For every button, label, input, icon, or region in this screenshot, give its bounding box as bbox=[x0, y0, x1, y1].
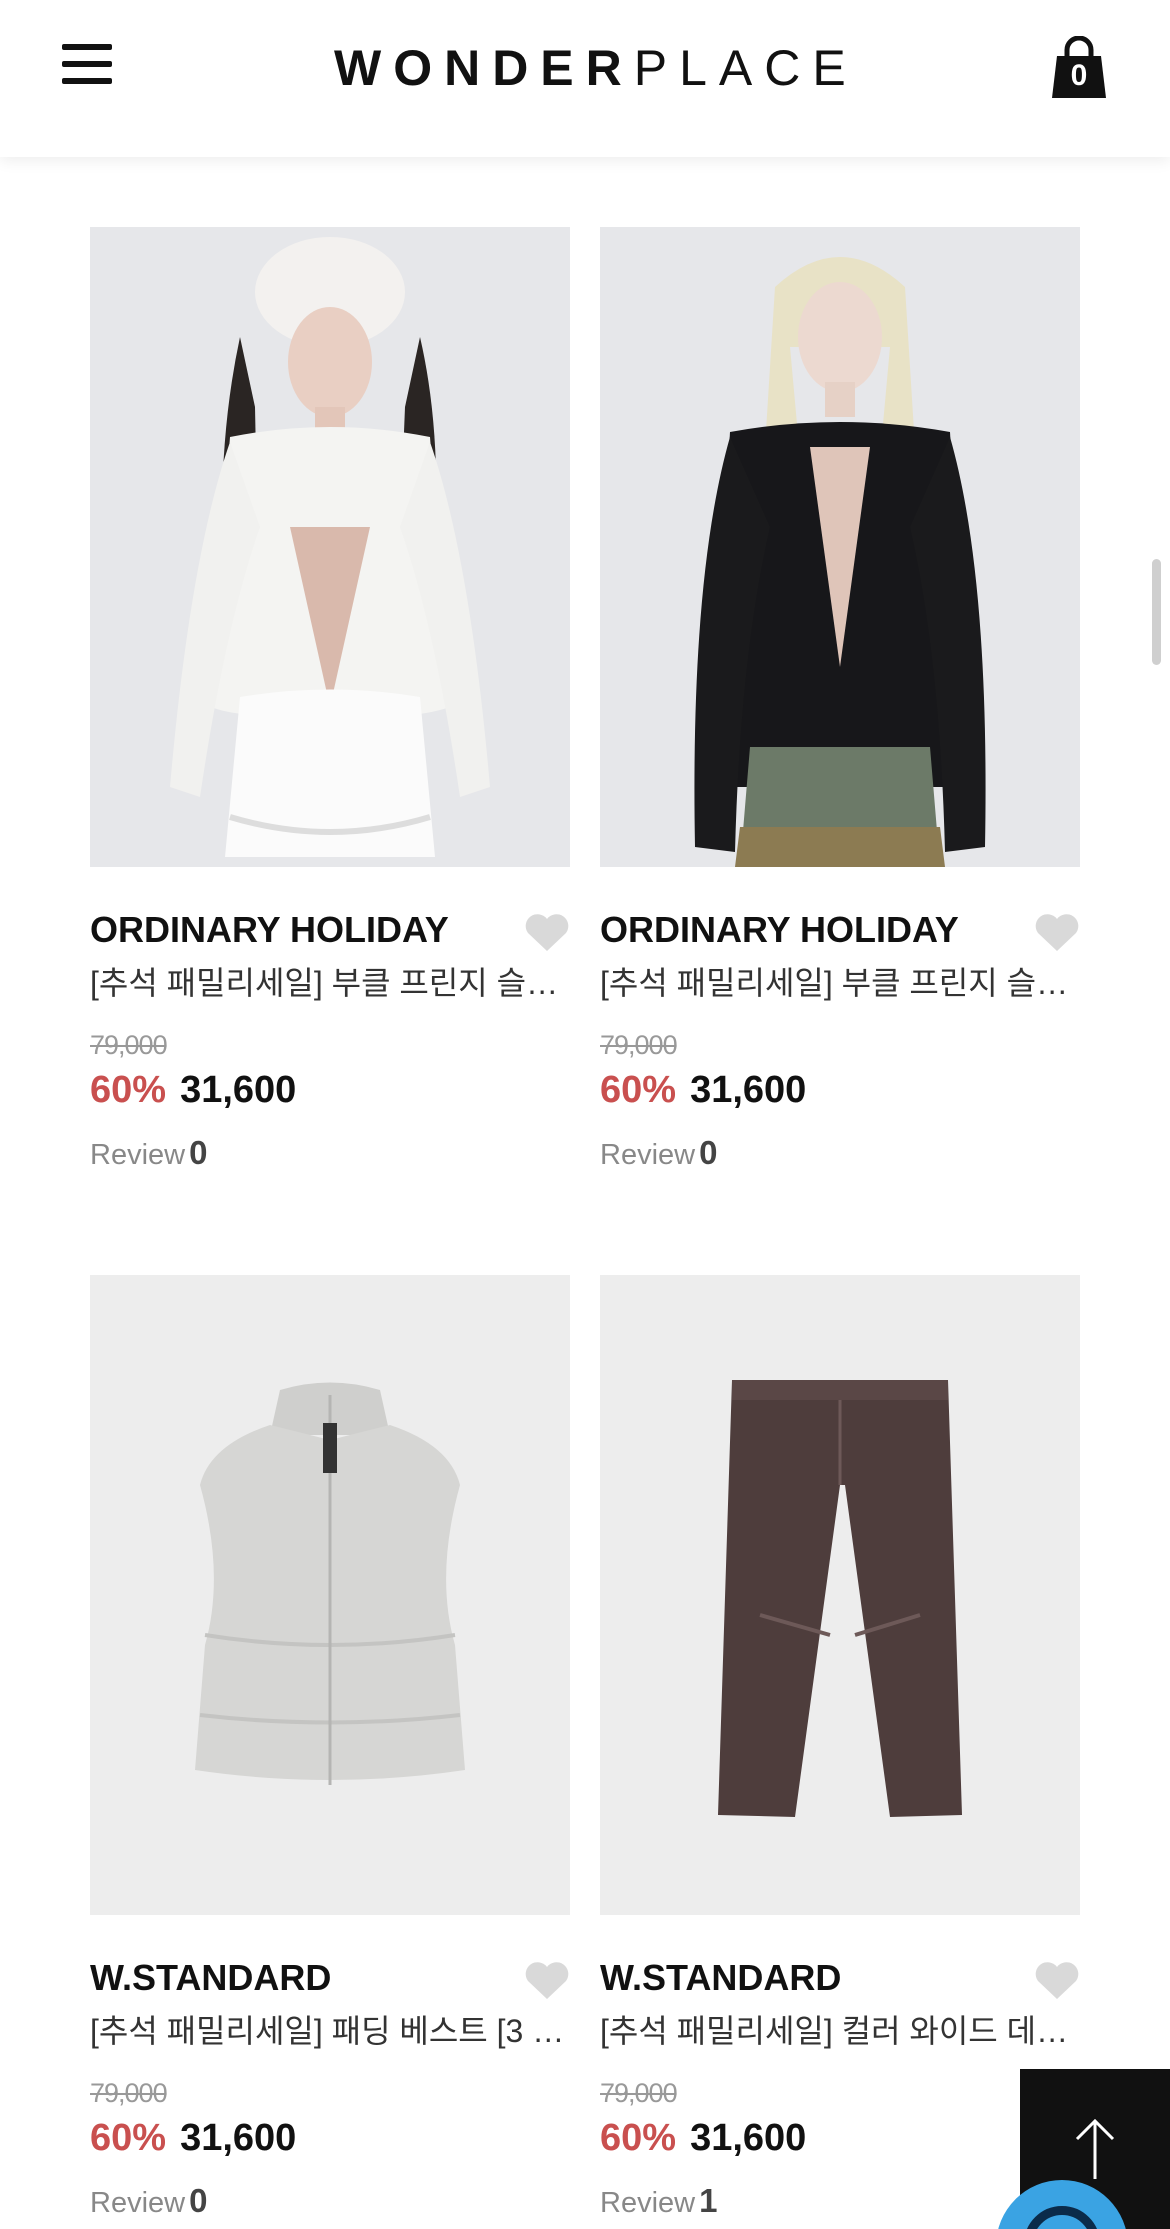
heart-icon[interactable] bbox=[1034, 913, 1080, 953]
review-summary: Review 0 bbox=[600, 1133, 1080, 1175]
review-label: Review bbox=[90, 2187, 186, 2219]
review-count: 0 bbox=[189, 1134, 208, 1171]
product-card[interactable]: ORDINARY HOLIDAY [추석 패밀리세일] 부클 프린지 슬림 가디… bbox=[90, 227, 570, 1175]
discount-rate: 60% bbox=[90, 1069, 167, 1111]
review-label: Review bbox=[600, 2187, 696, 2219]
original-price: 79,000 bbox=[600, 2078, 678, 2108]
site-header: WONDERPLACE 0 bbox=[0, 0, 1170, 157]
review-label: Review bbox=[90, 1139, 186, 1171]
product-image[interactable] bbox=[600, 227, 1080, 867]
discount-rate: 60% bbox=[90, 2117, 167, 2159]
cart-button[interactable]: 0 bbox=[1049, 36, 1109, 100]
product-card[interactable]: ORDINARY HOLIDAY [추석 패밀리세일] 부클 프린지 슬림 가디… bbox=[600, 227, 1080, 1175]
review-count: 0 bbox=[699, 1134, 718, 1171]
logo-bold-text: WONDER bbox=[334, 40, 634, 96]
site-logo[interactable]: WONDERPLACE bbox=[334, 40, 858, 96]
logo-light-text: PLACE bbox=[633, 40, 858, 96]
product-card[interactable]: W.STANDARD [추석 패밀리세일] 패딩 베스트 [3 COLOR] 7… bbox=[90, 1275, 570, 2223]
product-card[interactable]: W.STANDARD [추석 패밀리세일] 컬러 와이드 데님 팬츠 79,00… bbox=[600, 1275, 1080, 2223]
heart-icon[interactable] bbox=[524, 1961, 570, 2001]
product-name[interactable]: [추석 패밀리세일] 부클 프린지 슬림 가디건 bbox=[600, 961, 1080, 1005]
sale-price: 31,600 bbox=[690, 2117, 807, 2159]
sale-price: 31,600 bbox=[180, 2117, 297, 2159]
product-brand[interactable]: ORDINARY HOLIDAY bbox=[90, 905, 570, 955]
product-name[interactable]: [추석 패밀리세일] 부클 프린지 슬림 가디건 bbox=[90, 961, 570, 1005]
sale-price: 31,600 bbox=[690, 1069, 807, 1111]
page-scrollbar[interactable] bbox=[1152, 559, 1161, 665]
review-count: 1 bbox=[699, 2182, 718, 2219]
heart-icon[interactable] bbox=[1034, 1961, 1080, 2001]
product-brand[interactable]: W.STANDARD bbox=[90, 1953, 570, 2003]
heart-icon[interactable] bbox=[524, 913, 570, 953]
arrow-up-icon bbox=[1075, 2118, 1115, 2179]
sale-price: 31,600 bbox=[180, 1069, 297, 1111]
product-name[interactable]: [추석 패밀리세일] 컬러 와이드 데님 팬츠 bbox=[600, 2009, 1080, 2053]
discount-rate: 60% bbox=[600, 2117, 677, 2159]
product-image[interactable] bbox=[600, 1275, 1080, 1915]
original-price: 79,000 bbox=[90, 1030, 168, 1060]
product-image[interactable] bbox=[90, 227, 570, 867]
product-name[interactable]: [추석 패밀리세일] 패딩 베스트 [3 COLOR] bbox=[90, 2009, 570, 2053]
review-count: 0 bbox=[189, 2182, 208, 2219]
review-label: Review bbox=[600, 1139, 696, 1171]
review-summary: Review 0 bbox=[90, 1133, 570, 1175]
discount-rate: 60% bbox=[600, 1069, 677, 1111]
hamburger-menu-icon[interactable] bbox=[62, 44, 116, 88]
original-price: 79,000 bbox=[90, 2078, 168, 2108]
cart-count: 0 bbox=[1070, 59, 1088, 92]
review-summary: Review 0 bbox=[90, 2181, 570, 2223]
product-brand[interactable]: ORDINARY HOLIDAY bbox=[600, 905, 1080, 955]
original-price: 79,000 bbox=[600, 1030, 678, 1060]
product-image[interactable] bbox=[90, 1275, 570, 1915]
product-brand[interactable]: W.STANDARD bbox=[600, 1953, 1080, 2003]
